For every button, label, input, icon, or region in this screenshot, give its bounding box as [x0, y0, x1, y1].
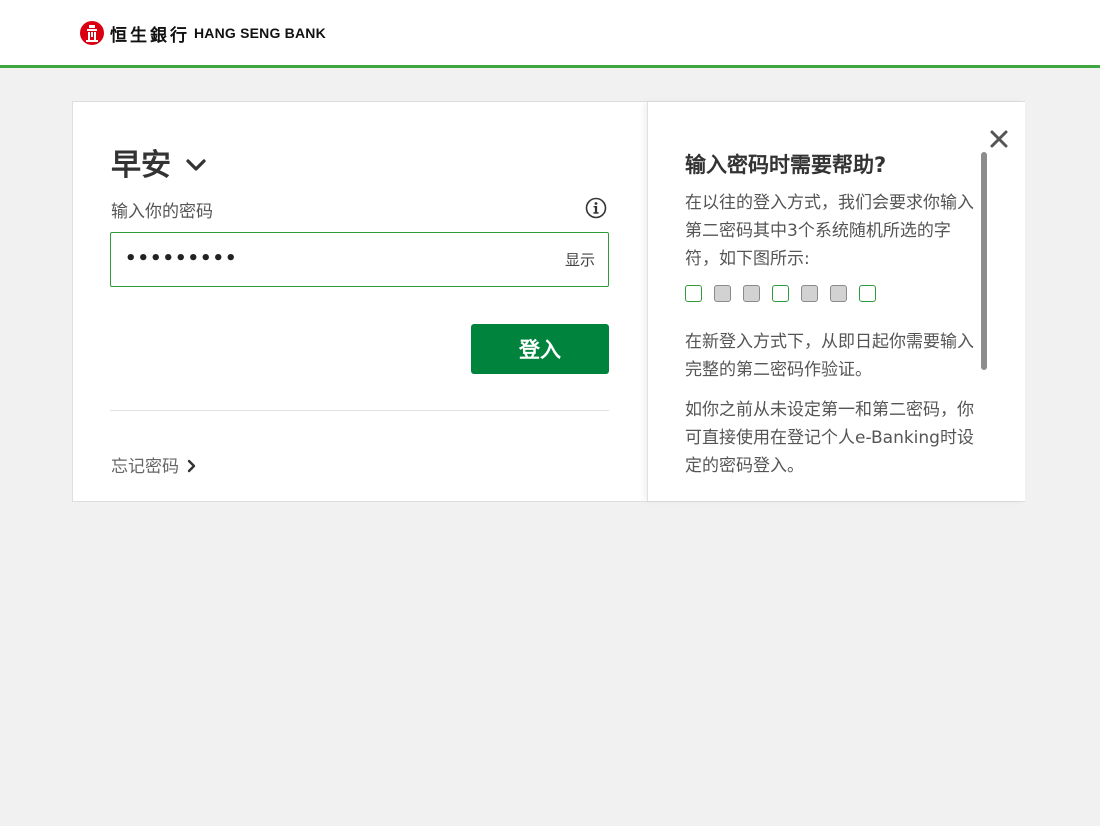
character-box-filled [714, 285, 731, 302]
help-paragraph-1: 在以往的登入方式，我们会要求你输入第二密码其中3个系统随机所选的字符，如下图所示… [685, 193, 974, 269]
hang-seng-logo-icon [80, 21, 104, 45]
greeting-selector[interactable]: 早安 [111, 140, 207, 184]
brand-name-chinese: 恒生銀行 [110, 25, 190, 46]
brand-name-english: HANG SENG BANK [194, 25, 326, 41]
help-content[interactable]: 输入密码时需要帮助? 在以往的登入方式，我们会要求你输入第二密码其中3个系统随机… [685, 150, 981, 473]
character-box-open [859, 285, 876, 302]
password-character-boxes [685, 285, 981, 302]
show-password-toggle[interactable]: 显示 [565, 249, 595, 270]
top-header: 恒生銀行 HANG SENG BANK [0, 0, 1100, 68]
character-box-filled [743, 285, 760, 302]
forgot-password-label: 忘记密码 [111, 457, 179, 477]
character-box-open [685, 285, 702, 302]
help-title: 输入密码时需要帮助? [685, 153, 887, 177]
bank-logo[interactable]: 恒生銀行 HANG SENG BANK [80, 20, 326, 46]
forgot-password-link[interactable]: 忘记密码 [111, 452, 197, 477]
help-paragraph-3: 如你之前从未设定第一和第二密码，你可直接使用在登记个人e-Banking时设定的… [685, 400, 974, 473]
character-box-open [772, 285, 789, 302]
login-pane: 早安 输入你的密码 ••••••••• 显示 登入 忘记密码 [73, 102, 647, 501]
info-icon[interactable] [585, 197, 607, 219]
help-scrollbar[interactable] [981, 152, 987, 370]
greeting-text: 早安 [111, 148, 171, 183]
login-button[interactable]: 登入 [471, 324, 609, 374]
close-icon[interactable] [988, 128, 1010, 150]
chevron-down-icon [186, 159, 206, 171]
divider [110, 410, 609, 411]
password-input[interactable]: ••••••••• 显示 [110, 232, 609, 287]
password-value: ••••••••• [125, 248, 238, 269]
character-box-filled [801, 285, 818, 302]
chevron-right-icon [187, 459, 196, 472]
password-label: 输入你的密码 [111, 202, 213, 222]
login-card: 早安 输入你的密码 ••••••••• 显示 登入 忘记密码 输入密码时需要帮助… [72, 101, 1025, 502]
help-paragraph-2: 在新登入方式下，从即日起你需要输入完整的第二密码作验证。 [685, 332, 974, 380]
password-help-panel: 输入密码时需要帮助? 在以往的登入方式，我们会要求你输入第二密码其中3个系统随机… [647, 102, 1025, 501]
character-box-filled [830, 285, 847, 302]
